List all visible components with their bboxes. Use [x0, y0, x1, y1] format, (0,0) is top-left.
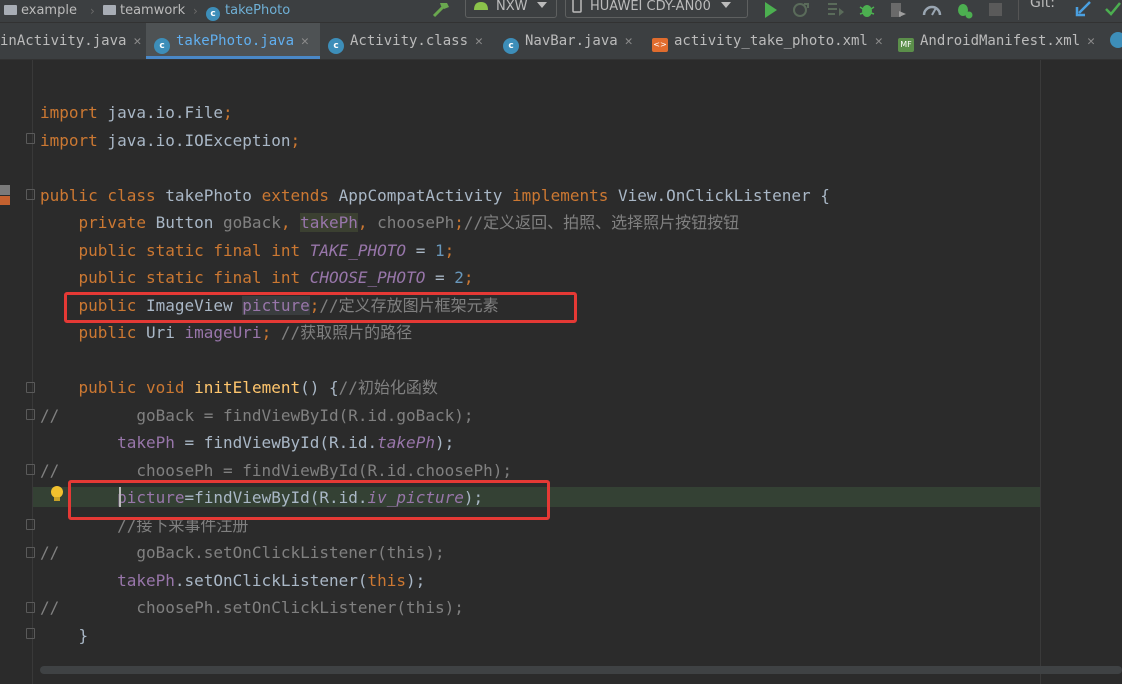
code-line: public static final int TAKE_PHOTO = 1;	[40, 241, 455, 260]
code-line: public void initElement() {//初始化函数	[40, 378, 438, 397]
apply-code-changes-icon[interactable]	[825, 0, 847, 20]
fold-marker-icon[interactable]	[26, 464, 35, 475]
git-commit-check-icon[interactable]	[1104, 0, 1122, 20]
code-line: takePh = findViewById(R.id.takePh);	[40, 433, 455, 452]
close-icon[interactable]: ✕	[875, 34, 883, 49]
chevron-down-icon	[720, 2, 731, 8]
intention-lightbulb-icon[interactable]	[50, 485, 64, 503]
code-line: private Button goBack, takePh, choosePh;…	[40, 213, 740, 232]
apply-changes-icon[interactable]	[790, 0, 812, 20]
run-icon[interactable]	[760, 0, 780, 20]
fold-marker-icon[interactable]	[26, 519, 35, 530]
code-line: // goBack.setOnClickListener(this);	[40, 543, 445, 562]
close-icon[interactable]: ✕	[133, 34, 141, 49]
fold-marker-icon[interactable]	[26, 547, 35, 558]
code-line: // goBack = findViewById(R.id.goBack);	[40, 406, 474, 425]
code-line: // choosePh.setOnClickListener(this);	[40, 598, 464, 617]
breadcrumb-separator-icon: ›	[193, 4, 198, 18]
run-config-combo[interactable]: NXW	[465, 0, 557, 18]
git-update-arrow-icon[interactable]	[1074, 0, 1094, 20]
code-line: takePh.setOnClickListener(this);	[40, 571, 426, 590]
breadcrumb-item-takephoto[interactable]: c takePhoto	[206, 2, 290, 21]
tab-androidmanifest[interactable]: MF AndroidManifest.xml ✕	[898, 23, 1103, 59]
annotation-box	[68, 480, 550, 520]
debug-settings-icon[interactable]	[953, 0, 975, 20]
close-icon[interactable]: ✕	[475, 34, 483, 49]
profile-gauge-icon[interactable]	[921, 0, 943, 20]
fold-marker-icon[interactable]	[26, 133, 35, 144]
class-icon: c	[154, 38, 170, 54]
code-line: import java.io.IOException;	[40, 131, 301, 150]
code-line: public Uri imageUri; //获取照片的路径	[40, 323, 413, 342]
debug-bug-icon[interactable]	[857, 0, 877, 20]
tab-navbar[interactable]: c NavBar.java ✕	[503, 23, 643, 59]
tab-mainactivity[interactable]: inActivity.java ✕	[0, 23, 142, 59]
navigation-bar: example › teamwork › c takePhoto NXW HUAW…	[0, 0, 1122, 23]
stop-icon[interactable]	[987, 0, 1005, 20]
fold-marker-icon[interactable]	[26, 628, 35, 639]
right-margin-guide	[1040, 60, 1041, 684]
folder-icon	[103, 5, 116, 15]
close-icon[interactable]: ✕	[301, 34, 309, 49]
class-icon: c	[328, 38, 344, 54]
chevron-down-icon	[537, 2, 548, 8]
tab-activity-take-photo-xml[interactable]: <> activity_take_photo.xml ✕	[652, 23, 889, 59]
breadcrumb-item-teamwork[interactable]: teamwork	[103, 2, 185, 20]
manifest-file-icon: MF	[898, 38, 914, 52]
phone-icon	[572, 0, 582, 13]
annotation-box	[64, 292, 577, 323]
code-line: }	[40, 626, 89, 645]
close-icon[interactable]: ✕	[625, 34, 633, 49]
fold-marker-icon[interactable]	[26, 602, 35, 613]
folder-icon	[4, 5, 17, 15]
device-combo[interactable]: HUAWEI CDY-AN00	[565, 0, 748, 18]
toolbar-divider	[1018, 0, 1019, 20]
gutter-divider	[32, 60, 33, 684]
code-editor[interactable]: import java.io.File; import java.io.IOEx…	[0, 60, 1122, 684]
xml-file-icon: <>	[652, 38, 668, 52]
tab-activity-class[interactable]: c Activity.class ✕	[328, 23, 494, 59]
fold-marker-icon[interactable]	[26, 409, 35, 420]
fold-marker-icon[interactable]	[26, 382, 35, 393]
class-icon	[1110, 32, 1122, 48]
code-line: import java.io.File;	[40, 103, 233, 122]
fold-marker-icon[interactable]	[26, 189, 35, 200]
horizontal-scrollbar[interactable]	[40, 666, 1122, 674]
implements-marker-icon[interactable]	[0, 185, 12, 207]
code-line: public class takePhoto extends AppCompat…	[40, 186, 830, 205]
code-line: // choosePh = findViewById(R.id.choosePh…	[40, 461, 513, 480]
tab-overflow[interactable]	[1110, 23, 1122, 59]
build-hammer-icon[interactable]	[430, 0, 452, 20]
git-label: Git:	[1030, 0, 1055, 11]
attach-debugger-icon[interactable]	[888, 0, 908, 20]
android-icon	[474, 2, 488, 10]
tab-takephoto[interactable]: c takePhoto.java ✕	[146, 23, 320, 59]
editor-tab-bar: inActivity.java ✕ c takePhoto.java ✕ c Activ…	[0, 23, 1122, 60]
breadcrumb-separator-icon: ›	[90, 4, 95, 18]
breadcrumb-item-example[interactable]: example	[4, 2, 77, 20]
class-icon: c	[206, 7, 220, 21]
close-icon[interactable]: ✕	[1087, 34, 1095, 49]
class-icon: c	[503, 38, 519, 54]
code-line: public static final int CHOOSE_PHOTO = 2…	[40, 268, 474, 287]
